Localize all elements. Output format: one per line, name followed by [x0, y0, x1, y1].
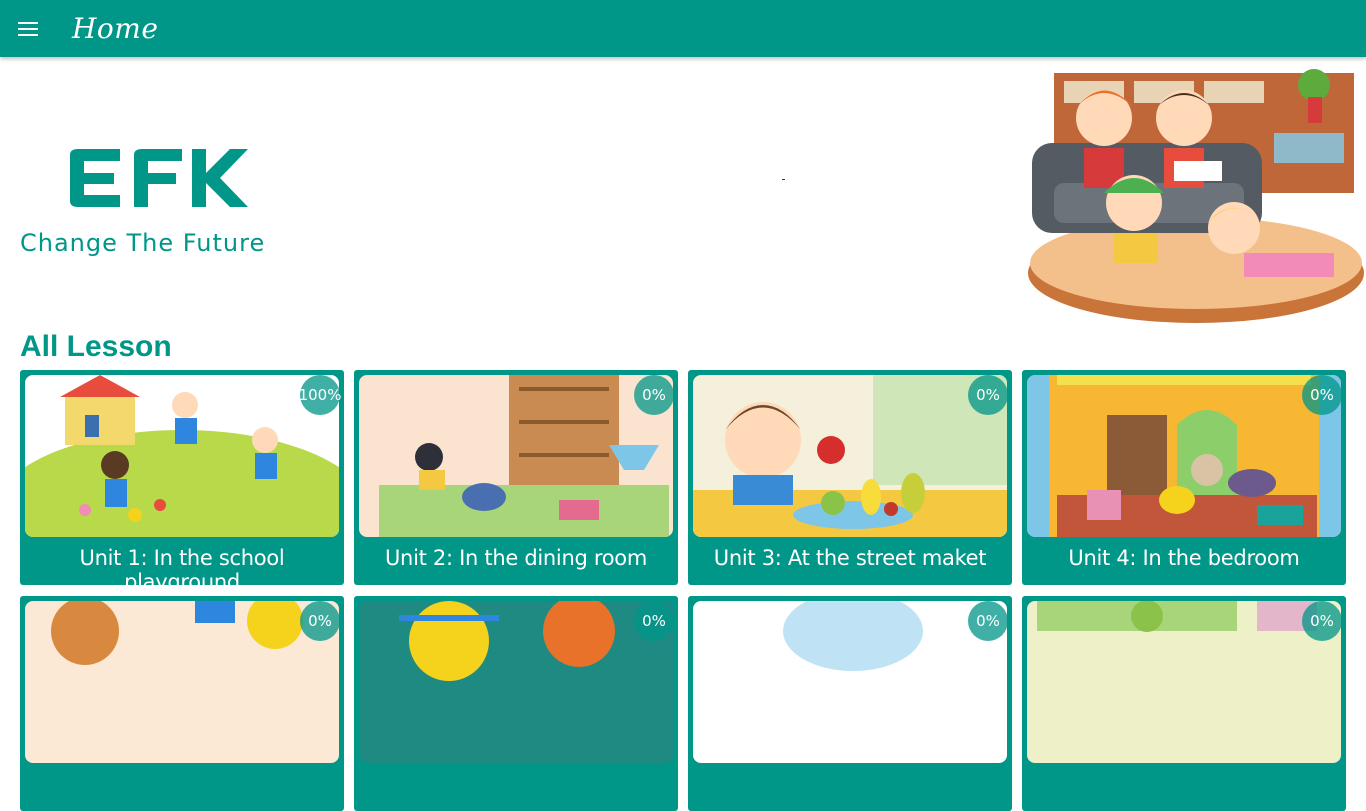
lesson-card[interactable]: 0% Unit 2: In the dining room [354, 370, 678, 585]
lesson-title: Unit 2: In the dining room [384, 546, 647, 570]
lesson-title: Unit 4: In the bedroom [1068, 546, 1300, 570]
menu-icon [18, 21, 38, 36]
lesson-title: Unit 1: In the school playground [79, 546, 285, 585]
lesson-card[interactable]: 0% Unit 4: In the bedroom [1022, 370, 1346, 585]
progress-badge: 0% [634, 375, 674, 415]
lesson-thumbnail [25, 601, 339, 763]
progress-badge: 100% [299, 375, 341, 415]
progress-badge: 0% [968, 601, 1008, 641]
kids-reading-illustration [1028, 69, 1364, 323]
lesson-thumbnail [359, 601, 673, 763]
hero-banner: Change The Future [0, 57, 1366, 329]
progress-badge: 0% [634, 601, 674, 641]
lesson-card[interactable]: 0% [20, 596, 344, 811]
progress-badge: 0% [1302, 601, 1342, 641]
tagline: Change The Future [20, 229, 266, 257]
efk-logo [70, 149, 248, 207]
lesson-card[interactable]: 100% Unit 1: In the school playground [20, 370, 344, 585]
progress-badge: 0% [300, 601, 340, 641]
lesson-thumbnail [693, 375, 1007, 537]
lesson-thumbnail [1027, 375, 1341, 537]
section-title: All Lesson [20, 330, 172, 363]
lesson-title: Unit 3: At the street maket [713, 546, 987, 570]
lesson-card[interactable]: 0% [688, 596, 1012, 811]
page-title: Home [72, 12, 159, 45]
lesson-thumbnail [1027, 601, 1341, 763]
menu-button[interactable] [0, 0, 56, 57]
lesson-thumbnail [359, 375, 673, 537]
lesson-thumbnail [25, 375, 339, 537]
lesson-thumbnail [693, 601, 1007, 763]
app-bar: Home [0, 0, 1366, 57]
progress-badge: 0% [968, 375, 1008, 415]
lesson-card[interactable]: 0% [354, 596, 678, 811]
progress-badge: 0% [1302, 375, 1342, 415]
lesson-card[interactable]: 0% [1022, 596, 1346, 811]
divider-dot [782, 179, 785, 180]
lesson-card[interactable]: 0% Unit 3: At the street maket [688, 370, 1012, 585]
